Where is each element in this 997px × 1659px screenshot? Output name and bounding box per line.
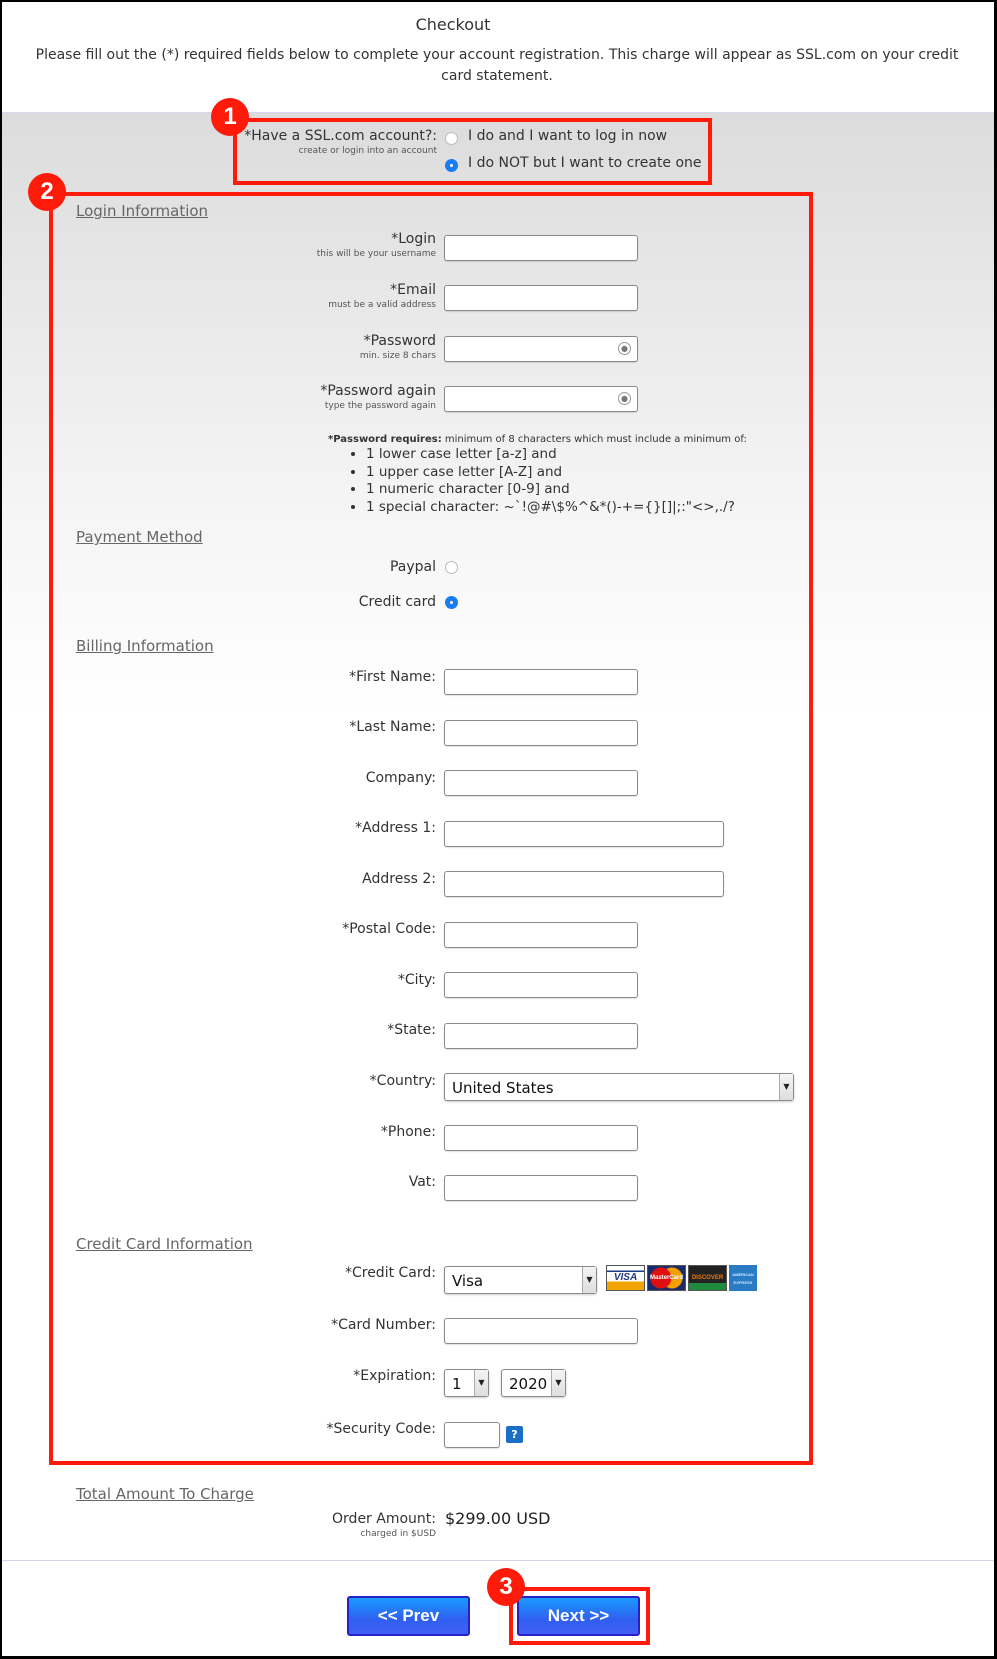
annotation-badge-1: 1 (211, 98, 249, 136)
annotation-badge-2: 2 (28, 173, 66, 211)
intro-text: Please fill out the (*) required fields … (35, 47, 959, 84)
annotation-box-form (49, 192, 813, 1465)
order-amount-label: Order Amount: (332, 1511, 436, 1527)
page-title: Checkout (415, 15, 491, 34)
annotation-box-account (233, 118, 712, 185)
footer-divider (2, 1560, 994, 1561)
checkout-page: Checkout Please fill out the (*) require… (2, 2, 994, 1656)
order-amount-value: $299.00 USD (445, 1509, 551, 1528)
order-amount-hint: charged in $USD (360, 1529, 436, 1539)
section-total-amount: Total Amount To Charge (76, 1485, 254, 1503)
annotation-badge-3: 3 (487, 1568, 525, 1606)
prev-button[interactable]: << Prev (347, 1596, 470, 1636)
annotation-box-next (509, 1587, 650, 1645)
